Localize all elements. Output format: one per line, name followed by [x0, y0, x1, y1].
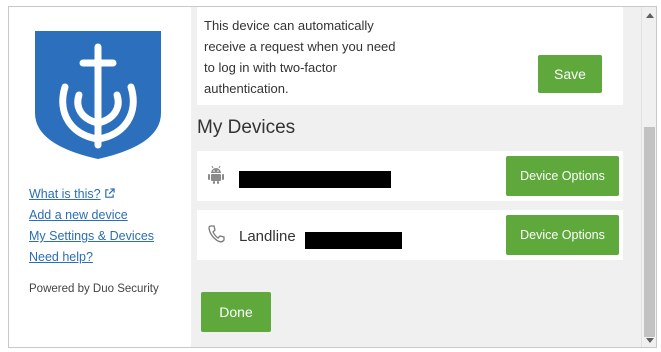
redacted-device-name — [239, 171, 391, 188]
device-row: Device Options — [197, 151, 623, 201]
auto-push-line-1: This device can automatically — [204, 18, 374, 33]
save-button[interactable]: Save — [538, 55, 602, 93]
duo-prompt-frame: What is this? Add a new device My Settin… — [8, 6, 657, 348]
scrollbar-thumb[interactable] — [644, 127, 655, 337]
landline-label: Landline — [239, 228, 296, 245]
scroll-up-arrow-icon[interactable] — [646, 13, 654, 18]
help-links: What is this? Add a new device My Settin… — [29, 184, 154, 268]
device-row: Landline Device Options — [197, 210, 623, 260]
done-button[interactable]: Done — [201, 292, 271, 332]
vertical-scrollbar[interactable] — [641, 7, 656, 347]
what-is-this-link[interactable]: What is this? — [29, 184, 154, 205]
phone-icon — [208, 225, 225, 243]
external-link-icon — [104, 188, 115, 198]
powered-by-text: Powered by Duo Security — [29, 283, 159, 295]
my-settings-devices-link[interactable]: My Settings & Devices — [29, 226, 154, 247]
what-is-this-label: What is this? — [29, 187, 101, 201]
auto-push-line-4: authentication. — [204, 81, 289, 96]
need-help-link[interactable]: Need help? — [29, 247, 154, 268]
android-icon — [208, 165, 224, 184]
device-options-button[interactable]: Device Options — [506, 215, 619, 255]
auto-push-text: This device can automatically receive a … — [204, 15, 424, 99]
auto-push-line-2: receive a request when you need — [204, 39, 396, 54]
add-new-device-link[interactable]: Add a new device — [29, 205, 154, 226]
device-options-button[interactable]: Device Options — [506, 156, 619, 196]
organization-logo — [35, 31, 161, 159]
scroll-down-arrow-icon[interactable] — [646, 338, 654, 343]
my-devices-heading: My Devices — [197, 117, 296, 138]
redacted-phone-number — [305, 232, 402, 249]
auto-push-line-3: to log in with two-factor — [204, 60, 337, 75]
